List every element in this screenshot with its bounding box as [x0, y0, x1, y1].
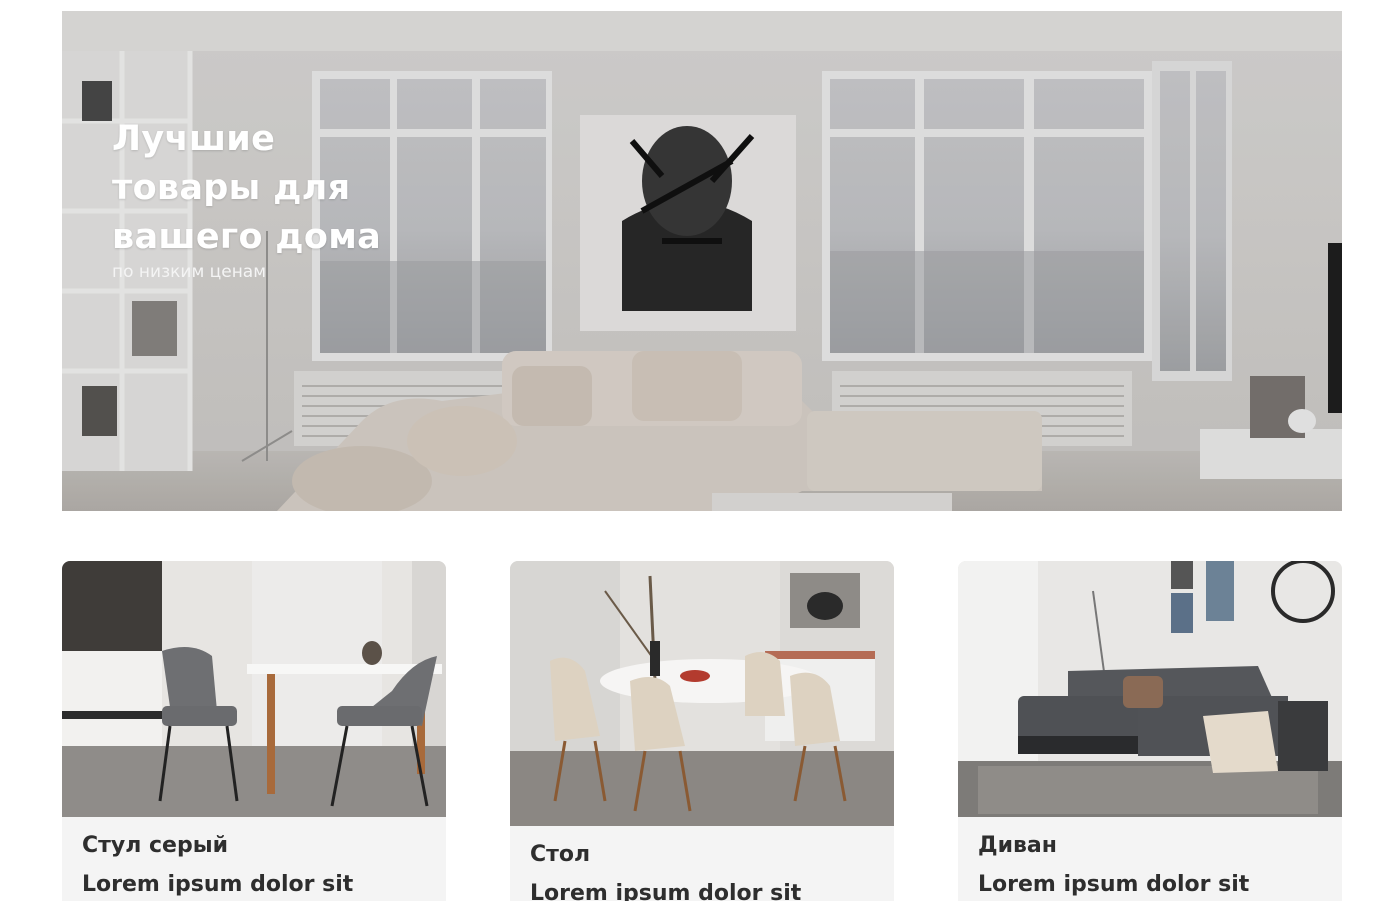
product-name[interactable]: Стол: [530, 840, 801, 870]
product-name[interactable]: Диван: [978, 831, 1249, 861]
product-card-sofa[interactable]: Диван Lorem ipsum dolor sit: [958, 561, 1342, 901]
product-name[interactable]: Стул серый: [82, 831, 353, 861]
product-info: Диван Lorem ipsum dolor sit: [978, 831, 1249, 900]
hero-subtitle: по низким ценам: [112, 262, 267, 282]
product-card-chair[interactable]: Стул серый Lorem ipsum dolor sit: [62, 561, 446, 901]
hero-text: Лучшие товары для вашего дома по низким …: [112, 115, 412, 282]
product-description: Lorem ipsum dolor sit: [530, 881, 802, 901]
product-description: Lorem ipsum dolor sit: [82, 872, 354, 897]
product-description: Lorem ipsum dolor sit: [978, 872, 1250, 897]
product-info: Стул серый Lorem ipsum dolor sit: [82, 831, 353, 900]
product-info: Стол Lorem ipsum dolor sit: [530, 840, 801, 901]
product-card-table[interactable]: Стол Lorem ipsum dolor sit: [510, 561, 894, 901]
dining-table-photo: [510, 561, 894, 826]
hero-banner: Лучшие товары для вашего дома по низким …: [62, 11, 1342, 511]
hero-title: Лучшие товары для вашего дома: [112, 119, 382, 257]
grey-chairs-photo: [62, 561, 446, 817]
corner-sofa-photo: [958, 561, 1342, 817]
